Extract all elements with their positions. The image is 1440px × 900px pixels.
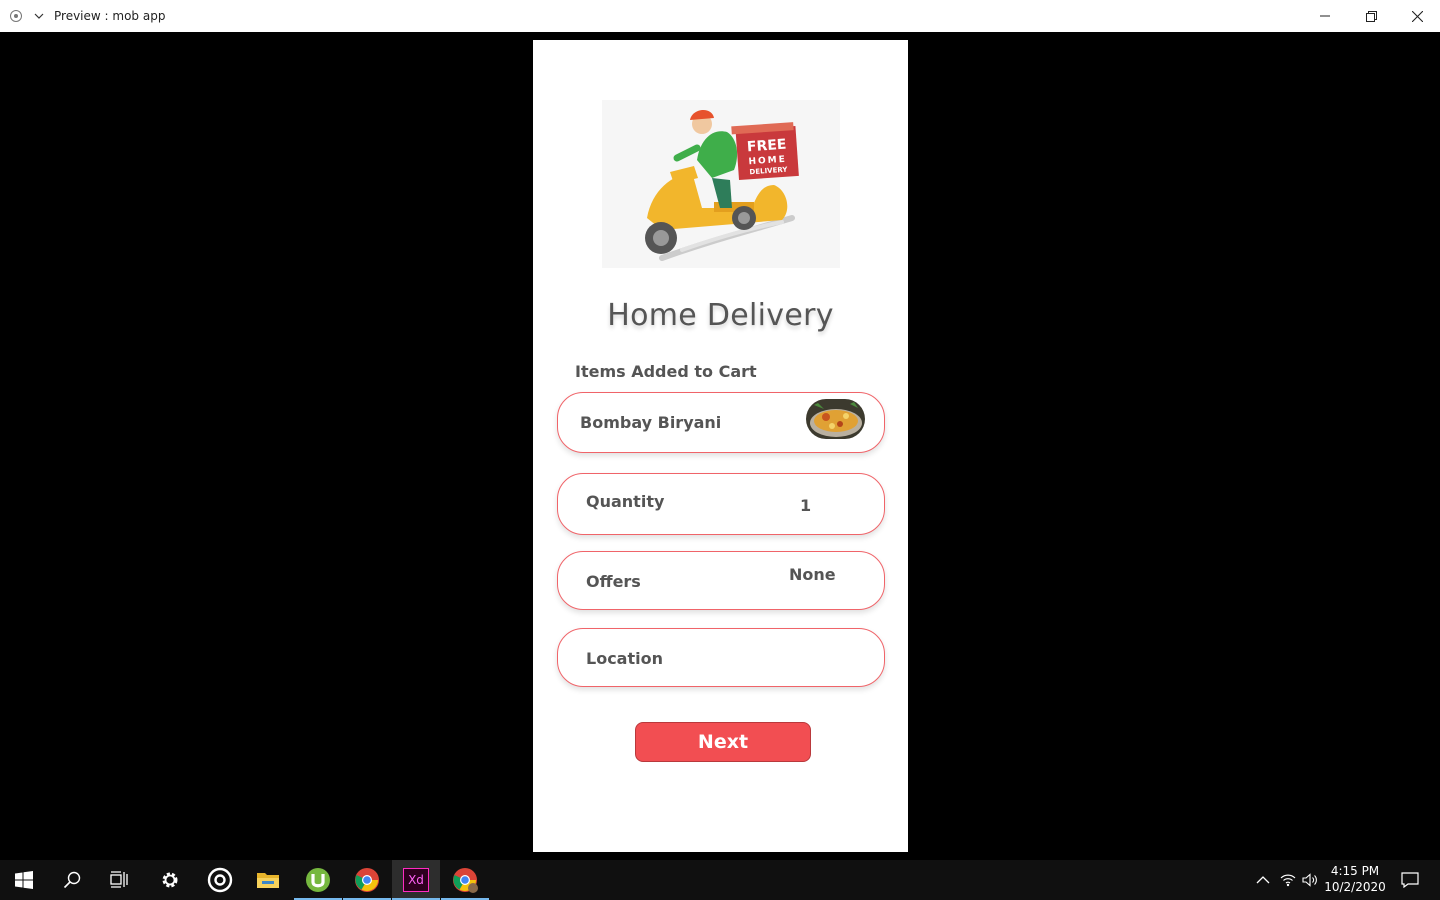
windows-taskbar: Xd 4:15 PM 10/2/2020 <box>0 860 1440 900</box>
utorrent-button[interactable] <box>294 860 342 900</box>
clock-date: 10/2/2020 <box>1324 880 1386 894</box>
settings-icon <box>162 872 178 888</box>
action-center-button[interactable] <box>1386 860 1434 900</box>
quantity-label: Quantity <box>586 492 665 511</box>
settings-button[interactable] <box>146 860 194 900</box>
cart-section-label: Items Added to Cart <box>575 362 757 381</box>
chrome-icon <box>355 868 379 892</box>
hero-delivery-illustration: FREE HOME DELIVERY <box>602 100 840 268</box>
cart-item-name: Bombay Biryani <box>580 413 722 432</box>
window-title: Preview : mob app <box>54 9 166 23</box>
speaker-icon <box>1302 873 1317 887</box>
offers-field[interactable]: Offers None <box>557 551 885 610</box>
restore-button[interactable] <box>1348 0 1394 32</box>
task-view-icon <box>110 871 128 888</box>
location-field[interactable]: Location <box>557 628 885 687</box>
wifi-icon <box>1280 874 1296 887</box>
next-button[interactable]: Next <box>635 722 811 762</box>
minimize-icon <box>1320 15 1330 17</box>
file-explorer-button[interactable] <box>244 860 292 900</box>
file-explorer-icon <box>257 873 279 888</box>
start-button[interactable] <box>0 860 48 900</box>
clock-time: 4:15 PM <box>1330 864 1380 878</box>
close-icon <box>1411 10 1423 22</box>
windows-start-icon <box>15 871 33 889</box>
task-view-button[interactable] <box>96 860 144 900</box>
show-hidden-icons-button[interactable] <box>1250 860 1276 900</box>
chevron-down-icon[interactable] <box>34 11 44 21</box>
offers-value[interactable]: None <box>789 565 836 584</box>
mobile-artboard: FREE HOME DELIVERY Home Delivery Items A… <box>533 40 908 852</box>
biryani-thumbnail <box>806 399 865 439</box>
quantity-value[interactable]: 1 <box>800 496 811 515</box>
adobe-xd-button[interactable]: Xd <box>392 860 440 900</box>
utorrent-icon <box>306 868 330 892</box>
chrome-button[interactable] <box>343 860 391 900</box>
volume-button[interactable] <box>1298 860 1322 900</box>
record-icon[interactable] <box>10 10 22 22</box>
location-label: Location <box>586 649 663 668</box>
cart-item-card[interactable]: Bombay Biryani <box>557 392 885 453</box>
clock[interactable]: 4:15 PM 10/2/2020 <box>1322 863 1388 895</box>
restore-icon <box>1365 10 1377 22</box>
biryani-food-image <box>806 399 865 439</box>
page-title: Home Delivery <box>607 298 834 333</box>
chrome-profile-button[interactable] <box>441 860 489 900</box>
search-button[interactable] <box>48 860 96 900</box>
groove-icon <box>207 867 233 893</box>
adobe-xd-icon: Xd <box>403 868 429 892</box>
minimize-button[interactable] <box>1302 0 1348 32</box>
search-icon <box>63 871 81 889</box>
groove-music-button[interactable] <box>196 860 244 900</box>
notification-icon <box>1401 872 1419 888</box>
svg-text:FREE: FREE <box>746 137 787 156</box>
chevron-up-icon <box>1256 876 1270 884</box>
offers-label: Offers <box>586 572 641 591</box>
chrome-profile-icon <box>453 868 478 893</box>
delivery-scooter-image: FREE HOME DELIVERY <box>645 109 799 261</box>
quantity-field[interactable]: Quantity 1 <box>557 473 885 535</box>
network-button[interactable] <box>1276 860 1300 900</box>
window-titlebar: Preview : mob app <box>0 0 1440 32</box>
adobe-xd-label: Xd <box>408 873 424 887</box>
close-button[interactable] <box>1394 0 1440 32</box>
